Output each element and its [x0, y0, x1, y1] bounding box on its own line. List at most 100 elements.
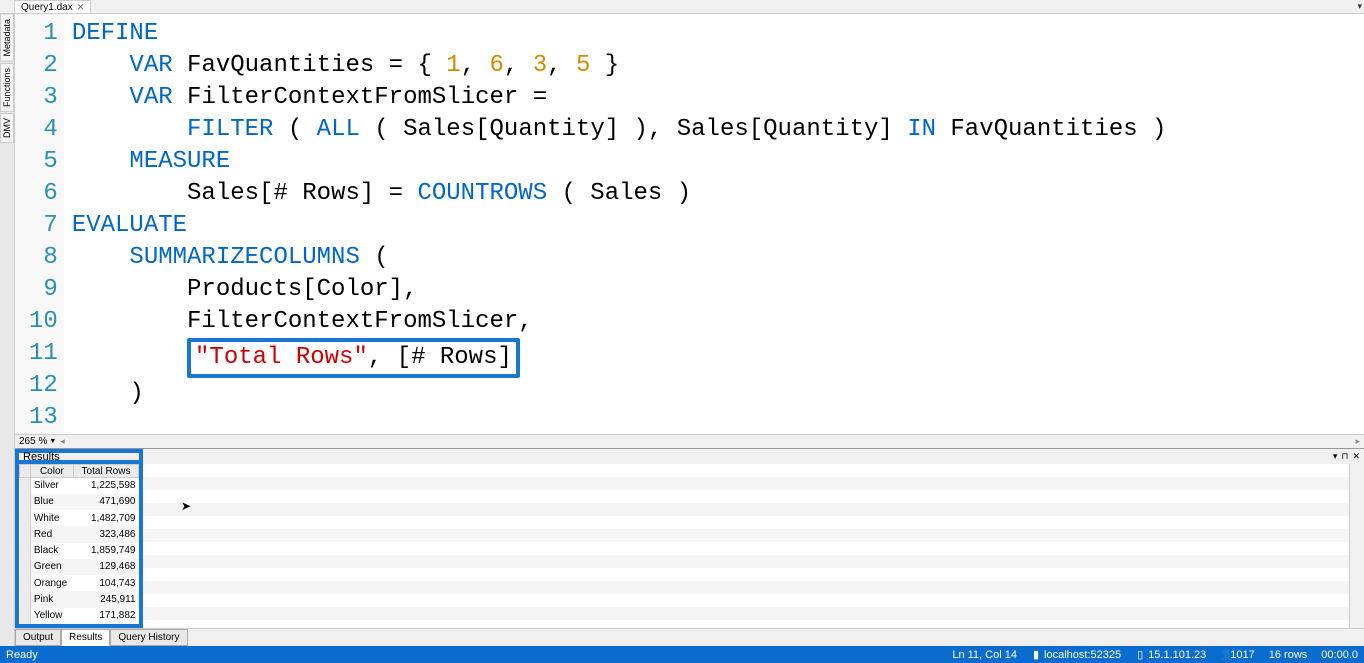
- code-token: 5: [576, 52, 590, 79]
- cell-color: Blue: [30, 494, 73, 510]
- code-token: SUMMARIZECOLUMNS: [129, 244, 359, 271]
- code-token: }: [590, 52, 619, 79]
- table-row[interactable]: Green129,468: [20, 559, 139, 575]
- side-tab-strip: Metadata Functions DMV: [0, 14, 15, 646]
- cell-color: Orange: [30, 575, 73, 591]
- results-panel-title: Results: [15, 449, 143, 464]
- close-icon[interactable]: ✕: [1352, 451, 1360, 462]
- document-tab-bar: Query1.dax ✕ ▾: [0, 0, 1364, 14]
- editor-footer: 265 % ▼ ◂ ▸: [15, 434, 1364, 448]
- code-token: ,: [461, 52, 490, 79]
- code-token: 1: [446, 52, 460, 79]
- code-token: ( Sales ): [547, 180, 691, 207]
- status-version: ▯ 15.1.101.23: [1135, 648, 1206, 661]
- zoom-dropdown[interactable]: 265 % ▼: [19, 436, 56, 447]
- results-title-label: Results: [23, 451, 60, 463]
- code-token: ,: [547, 52, 576, 79]
- code-token: [72, 344, 187, 371]
- code-token: , [# Rows]: [368, 344, 512, 371]
- document-tab[interactable]: Query1.dax ✕: [14, 0, 91, 13]
- row-header-corner: [20, 465, 31, 478]
- bottom-tab-strip: Output Results Query History: [15, 628, 1364, 646]
- cell-color: Yellow: [30, 608, 73, 624]
- cell-total: 1,859,749: [74, 543, 139, 559]
- tab-output[interactable]: Output: [15, 629, 61, 646]
- code-token: (: [360, 244, 389, 271]
- status-cursor-position: Ln 11, Col 14: [952, 649, 1017, 661]
- user-icon: 👤: [1220, 648, 1230, 661]
- code-token: VAR: [72, 52, 173, 79]
- code-content[interactable]: DEFINE VAR FavQuantities = { 1, 6, 3, 5 …: [64, 14, 1364, 434]
- results-table[interactable]: Color Total Rows Silver1,225,598Blue471,…: [19, 464, 139, 624]
- zoom-value: 265 %: [19, 436, 47, 447]
- cell-color: Pink: [30, 591, 73, 607]
- table-row[interactable]: Blue471,690: [20, 494, 139, 510]
- cell-total: 104,743: [74, 575, 139, 591]
- table-row[interactable]: Orange104,743: [20, 575, 139, 591]
- column-header-color[interactable]: Color: [30, 465, 73, 478]
- cell-color: Black: [30, 543, 73, 559]
- side-tab-dmv[interactable]: DMV: [0, 113, 14, 143]
- cell-total: 1,482,709: [74, 510, 139, 526]
- code-token: Sales[# Rows] =: [72, 180, 418, 207]
- status-time: 00:00.0: [1321, 649, 1358, 661]
- chevron-down-icon: ▼: [49, 438, 56, 445]
- cell-total: 171,882: [74, 608, 139, 624]
- cell-color: Silver: [30, 478, 73, 494]
- code-token: DEFINE: [72, 20, 158, 47]
- scroll-right-icon[interactable]: ▸: [1355, 436, 1360, 447]
- code-token: [72, 116, 187, 143]
- code-token: FilterContextFromSlicer =: [173, 84, 547, 111]
- code-token: 3: [533, 52, 547, 79]
- scroll-left-icon[interactable]: ◂: [60, 436, 65, 447]
- code-token: 6: [490, 52, 504, 79]
- side-tab-metadata[interactable]: Metadata: [0, 14, 14, 62]
- code-token: FavQuantities = {: [173, 52, 447, 79]
- code-token: [72, 244, 130, 271]
- code-token: COUNTROWS: [417, 180, 547, 207]
- cell-total: 471,690: [74, 494, 139, 510]
- cell-total: 245,911: [74, 591, 139, 607]
- code-token: [72, 148, 130, 175]
- table-row[interactable]: Pink245,911: [20, 591, 139, 607]
- table-row[interactable]: Black1,859,749: [20, 543, 139, 559]
- code-token: VAR: [72, 84, 173, 111]
- cell-total: 129,468: [74, 559, 139, 575]
- cell-color: Green: [30, 559, 73, 575]
- server-icon: ▮: [1031, 648, 1041, 661]
- side-tab-functions[interactable]: Functions: [0, 63, 14, 112]
- scrollbar-thumb[interactable]: [1351, 465, 1363, 485]
- close-icon[interactable]: ✕: [77, 2, 85, 13]
- line-number-gutter: 12345678910111213: [15, 14, 64, 434]
- status-server: ▮ localhost:52325: [1031, 648, 1121, 661]
- status-users: 👤1017: [1220, 648, 1254, 661]
- code-token: IN: [907, 116, 936, 143]
- tab-results[interactable]: Results: [61, 629, 110, 646]
- dropdown-icon[interactable]: ▾: [1357, 1, 1362, 12]
- table-row[interactable]: Red323,486: [20, 526, 139, 542]
- code-token: FilterContextFromSlicer,: [72, 308, 533, 335]
- code-token: ALL: [317, 116, 360, 143]
- cursor-icon: ➤: [181, 499, 191, 513]
- tab-query-history[interactable]: Query History: [110, 629, 187, 646]
- table-row[interactable]: Yellow171,882: [20, 608, 139, 624]
- code-editor[interactable]: 12345678910111213 DEFINE VAR FavQuantiti…: [15, 14, 1364, 434]
- cell-total: 323,486: [74, 526, 139, 542]
- results-empty-area: ➤: [143, 464, 1364, 628]
- status-rows: 16 rows: [1269, 649, 1308, 661]
- code-token: (: [273, 116, 316, 143]
- column-header-total[interactable]: Total Rows: [74, 465, 139, 478]
- db-icon: ▯: [1135, 648, 1145, 661]
- panel-menu-icon[interactable]: ▾: [1333, 451, 1338, 462]
- code-token: EVALUATE: [72, 212, 187, 239]
- document-tab-title: Query1.dax: [21, 2, 73, 13]
- table-row[interactable]: White1,482,709: [20, 510, 139, 526]
- pin-icon[interactable]: ⊓: [1341, 451, 1348, 462]
- code-token: ,: [504, 52, 533, 79]
- results-panel: Results ▾ ⊓ ✕: [15, 448, 1364, 628]
- cell-total: 1,225,598: [74, 478, 139, 494]
- table-row[interactable]: Silver1,225,598: [20, 478, 139, 494]
- code-token: MEASURE: [129, 148, 230, 175]
- highlighted-expression: "Total Rows", [# Rows]: [187, 338, 520, 378]
- cell-color: Red: [30, 526, 73, 542]
